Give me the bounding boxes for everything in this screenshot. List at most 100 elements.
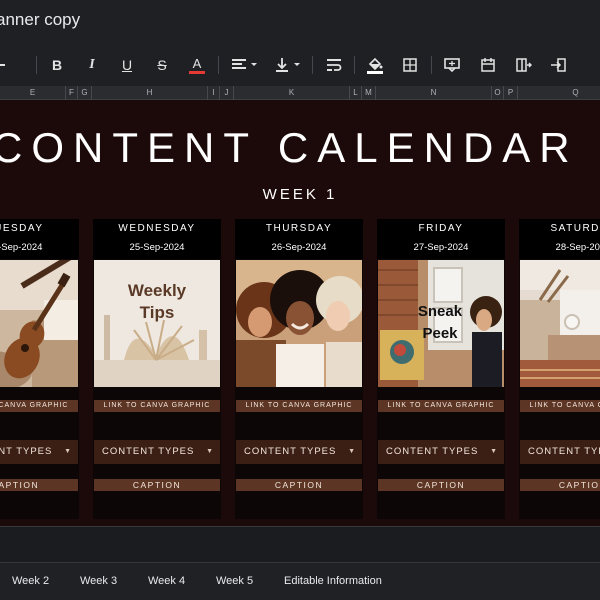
tab-week-5[interactable]: Week 5 <box>216 575 253 587</box>
bold-icon[interactable]: B <box>43 52 71 78</box>
column-header-cell[interactable]: Q <box>518 86 600 100</box>
link-to-canva-button[interactable]: LINK TO CANVA GRAPHIC <box>0 400 78 412</box>
vertical-align-bottom-icon[interactable] <box>272 52 306 78</box>
content-types-label: CONTENT TYPES <box>528 446 600 457</box>
day-name: FRIDAY <box>418 223 464 234</box>
day-column-thursday: THURSDAY 26-Sep-2024 LINK TO CANVA GRAPH… <box>235 219 363 519</box>
borders-icon[interactable] <box>396 52 424 78</box>
toolbar-divider <box>354 56 355 74</box>
graphic-overlay-line1: Sneak <box>418 303 463 320</box>
link-to-canva-button[interactable]: LINK TO CANVA GRAPHIC <box>94 400 220 412</box>
freeze-columns-icon[interactable] <box>510 52 538 78</box>
link-to-canva-button[interactable]: LINK TO CANVA GRAPHIC <box>520 400 600 412</box>
three-women-photo[interactable] <box>236 260 362 387</box>
text-wrap-icon[interactable] <box>320 52 348 78</box>
weekly-tips-graphic[interactable]: Weekly Tips <box>94 260 220 387</box>
column-header-cell[interactable]: G <box>78 86 92 100</box>
column-header-cell[interactable]: I <box>208 86 220 100</box>
content-types-label: CONTENT TYPES <box>102 446 195 457</box>
day-header: THURSDAY 26-Sep-2024 <box>235 219 363 259</box>
column-header-cell[interactable]: J <box>220 86 234 100</box>
day-date[interactable]: 24-Sep-2024 <box>0 242 79 253</box>
caption-field[interactable]: CAPTION <box>520 479 600 491</box>
content-types-dropdown[interactable]: CONTENT TYPES ▼ <box>520 440 600 464</box>
dash-icon[interactable] <box>0 52 16 78</box>
sneak-peek-graphic[interactable]: Sneak Peek <box>378 260 504 387</box>
column-header-cell[interactable]: F <box>66 86 78 100</box>
fill-color-icon[interactable] <box>361 52 389 78</box>
caption-field[interactable]: CAPTION <box>0 479 78 491</box>
caret-down-icon: ▼ <box>490 448 498 455</box>
day-date[interactable]: 28-Sep-2024 <box>519 242 600 253</box>
column-header-cell[interactable]: E <box>0 86 66 100</box>
tab-week-2[interactable]: Week 2 <box>12 575 49 587</box>
content-types-dropdown[interactable]: CONTENT TYPES ▼ <box>0 440 78 464</box>
day-header: FRIDAY 27-Sep-2024 <box>377 219 505 259</box>
formatting-toolbar: B I U S A <box>0 44 600 86</box>
sheet-empty-area <box>0 526 600 562</box>
caret-down-icon: ▼ <box>64 448 72 455</box>
day-name: THURSDAY <box>265 223 333 234</box>
toolbar-divider <box>431 56 432 74</box>
day-name: TUESDAY <box>0 223 44 234</box>
underline-icon[interactable]: U <box>113 52 141 78</box>
column-header-cell[interactable]: M <box>362 86 376 100</box>
caption-field[interactable]: CAPTION <box>94 479 220 491</box>
living-room-photo[interactable] <box>520 260 600 387</box>
content-types-label: CONTENT TYPES <box>0 446 53 457</box>
comment-icon[interactable] <box>438 52 466 78</box>
day-date[interactable]: 25-Sep-2024 <box>93 242 221 253</box>
column-header-cell[interactable]: O <box>492 86 504 100</box>
caret-down-icon: ▼ <box>206 448 214 455</box>
week-label: WEEK 1 <box>262 186 338 203</box>
graphic-overlay-line2: Peek <box>422 325 458 342</box>
link-to-canva-button[interactable]: LINK TO CANVA GRAPHIC <box>378 400 504 412</box>
column-header: E F G H I J K L M N O P Q <box>0 86 600 100</box>
title-bar: anner copy <box>0 0 600 44</box>
align-left-icon[interactable] <box>228 52 262 78</box>
panel-icon[interactable] <box>544 52 572 78</box>
toolbar-divider <box>312 56 313 74</box>
day-date[interactable]: 27-Sep-2024 <box>377 242 505 253</box>
day-column-tuesday: TUESDAY 24-Sep-2024 <box>0 219 79 519</box>
day-column-friday: FRIDAY 27-Sep-2024 Sneak Peek LINK TO CA… <box>377 219 505 519</box>
graphic-overlay-line1: Weekly <box>128 281 187 300</box>
content-types-label: CONTENT TYPES <box>244 446 337 457</box>
day-header: TUESDAY 24-Sep-2024 <box>0 219 79 259</box>
tab-editable-information[interactable]: Editable Information <box>284 575 382 587</box>
column-header-cell[interactable]: L <box>350 86 362 100</box>
caption-field[interactable]: CAPTION <box>378 479 504 491</box>
day-header: WEDNESDAY 25-Sep-2024 <box>93 219 221 259</box>
ukulele-photo[interactable] <box>0 260 78 387</box>
spreadsheet-app: anner copy B I U S A E F G H I J K L M N… <box>0 0 600 600</box>
tab-week-4[interactable]: Week 4 <box>148 575 185 587</box>
tab-week-3[interactable]: Week 3 <box>80 575 117 587</box>
caret-down-icon: ▼ <box>348 448 356 455</box>
strikethrough-icon[interactable]: S <box>148 52 176 78</box>
link-to-canva-button[interactable]: LINK TO CANVA GRAPHIC <box>236 400 362 412</box>
content-types-dropdown[interactable]: CONTENT TYPES ▼ <box>378 440 504 464</box>
document-title[interactable]: anner copy <box>0 10 80 30</box>
italic-icon[interactable]: I <box>78 52 106 78</box>
content-types-dropdown[interactable]: CONTENT TYPES ▼ <box>94 440 220 464</box>
day-name: WEDNESDAY <box>118 223 196 234</box>
day-header: SATURDAY 28-Sep-2024 <box>519 219 600 259</box>
day-date[interactable]: 26-Sep-2024 <box>235 242 363 253</box>
day-column-saturday: SATURDAY 28-Sep-2024 LINK TO CANVA GRAPH… <box>519 219 600 519</box>
day-column-wednesday: WEDNESDAY 25-Sep-2024 Weekly Tips LINK T… <box>93 219 221 519</box>
caption-field[interactable]: CAPTION <box>236 479 362 491</box>
toolbar-divider <box>218 56 219 74</box>
column-header-cell[interactable]: K <box>234 86 350 100</box>
content-types-label: CONTENT TYPES <box>386 446 479 457</box>
column-header-cell[interactable]: H <box>92 86 208 100</box>
column-header-cell[interactable]: N <box>376 86 492 100</box>
text-color-icon[interactable]: A <box>183 52 211 78</box>
graphic-overlay-line2: Tips <box>140 303 175 322</box>
sheet-tab-bar: Week 2 Week 3 Week 4 Week 5 Editable Inf… <box>0 562 600 600</box>
calendar-sheet[interactable]: CONTENT CALENDAR WEEK 1 TUESDAY 24-Sep-2… <box>0 100 600 526</box>
column-header-cell[interactable]: P <box>504 86 518 100</box>
day-name: SATURDAY <box>550 223 600 234</box>
content-types-dropdown[interactable]: CONTENT TYPES ▼ <box>236 440 362 464</box>
toolbar-divider <box>36 56 37 74</box>
calendar-icon[interactable] <box>474 52 502 78</box>
